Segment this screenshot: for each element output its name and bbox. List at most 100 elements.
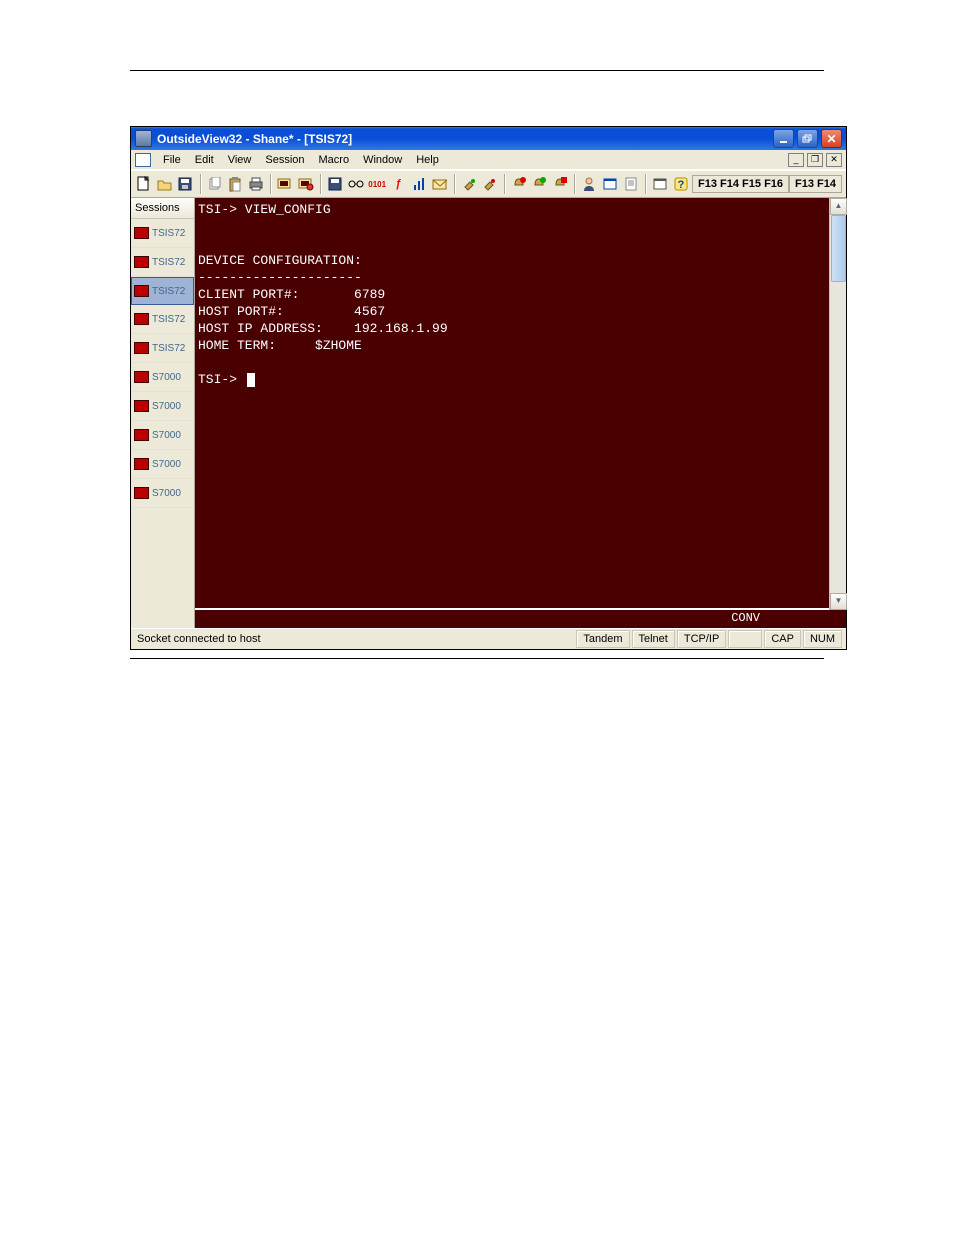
term-line: HOST PORT#: 4567 <box>198 304 385 319</box>
mdi-close-button[interactable]: ✕ <box>826 153 842 167</box>
binary-icon[interactable]: 0101 <box>367 173 387 195</box>
term-line: HOME TERM: $ZHOME <box>198 338 362 353</box>
terminal-icon <box>134 429 149 441</box>
session-item[interactable]: TSIS72 <box>131 248 194 277</box>
term-line: HOST IP ADDRESS: 192.168.1.99 <box>198 321 448 336</box>
session-item[interactable]: S7000 <box>131 363 194 392</box>
paste-icon[interactable] <box>226 173 245 195</box>
scroll-down-button[interactable]: ▼ <box>830 593 847 610</box>
app-window: OutsideView32 - Shane* - [TSIS72] ✕ File… <box>130 126 847 650</box>
session-item-active[interactable]: TSIS72 <box>131 277 194 305</box>
window-icon[interactable] <box>651 173 670 195</box>
bell-play-icon[interactable] <box>530 173 549 195</box>
menu-view[interactable]: View <box>221 152 259 168</box>
fullscreen-icon[interactable] <box>601 173 620 195</box>
toolbar: 0101 ƒ ? F13 F14 F15 F16 F13 F14 <box>131 170 846 198</box>
terminal-area: TSI-> VIEW_CONFIG DEVICE CONFIGURATION: … <box>195 198 846 628</box>
titlebar[interactable]: OutsideView32 - Shane* - [TSIS72] ✕ <box>131 127 846 150</box>
copy-icon[interactable] <box>206 173 225 195</box>
send-icon[interactable] <box>430 173 449 195</box>
terminal-icon <box>134 487 149 499</box>
statusbar: Socket connected to host Tandem Telnet T… <box>131 628 846 649</box>
menu-file[interactable]: File <box>156 152 188 168</box>
session-icon-1[interactable] <box>276 173 295 195</box>
user-icon[interactable] <box>580 173 599 195</box>
fkeys-group-2[interactable]: F13 F14 <box>789 175 842 193</box>
term-line: CLIENT PORT#: 6789 <box>198 287 385 302</box>
terminal-icon <box>134 400 149 412</box>
save-icon[interactable] <box>176 173 195 195</box>
term-line: --------------------- <box>198 270 362 285</box>
minimize-button[interactable] <box>773 129 794 148</box>
fkeys-group-1[interactable]: F13 F14 F15 F16 <box>692 175 789 193</box>
terminal-icon <box>134 458 149 470</box>
session-icon-2[interactable] <box>297 173 316 195</box>
window-title: OutsideView32 - Shane* - [TSIS72] <box>157 132 773 146</box>
term-line: DEVICE CONFIGURATION: <box>198 253 362 268</box>
menu-help[interactable]: Help <box>409 152 446 168</box>
session-item-label: TSIS72 <box>152 286 185 297</box>
bell-record-icon[interactable] <box>551 173 570 195</box>
terminal-icon <box>134 227 149 239</box>
session-item[interactable]: S7000 <box>131 421 194 450</box>
terminal-icon <box>134 313 149 325</box>
session-item[interactable]: S7000 <box>131 450 194 479</box>
terminal-icon <box>134 256 149 268</box>
sessions-header: Sessions <box>131 198 194 219</box>
sessions-sidebar: Sessions TSIS72 TSIS72 TSIS72 TSIS72 TSI… <box>131 198 195 628</box>
status-network: TCP/IP <box>677 630 726 648</box>
session-item-label: S7000 <box>152 488 181 499</box>
function-icon[interactable]: ƒ <box>389 173 408 195</box>
terminal-icon <box>134 285 149 297</box>
scroll-thumb[interactable] <box>831 215 846 282</box>
mdi-restore-button[interactable]: ❐ <box>807 153 823 167</box>
print-icon[interactable] <box>247 173 266 195</box>
session-item-label: S7000 <box>152 372 181 383</box>
session-item[interactable]: TSIS72 <box>131 334 194 363</box>
disk-icon[interactable] <box>326 173 345 195</box>
session-item-label: TSIS72 <box>152 228 185 239</box>
mdi-doc-icon[interactable] <box>135 153 151 167</box>
session-item-label: TSIS72 <box>152 343 185 354</box>
session-item[interactable]: TSIS72 <box>131 219 194 248</box>
session-item[interactable]: S7000 <box>131 392 194 421</box>
menu-window[interactable]: Window <box>356 152 409 168</box>
help-icon[interactable]: ? <box>671 173 690 195</box>
session-item[interactable]: S7000 <box>131 479 194 508</box>
app-icon <box>135 130 152 147</box>
menu-edit[interactable]: Edit <box>188 152 221 168</box>
doc-icon[interactable] <box>621 173 640 195</box>
doc-rule-bottom <box>130 658 824 659</box>
status-numlock: NUM <box>803 630 842 648</box>
term-prompt: TSI-> <box>198 372 245 387</box>
close-button[interactable]: ✕ <box>821 129 842 148</box>
session-item-label: TSIS72 <box>152 314 185 325</box>
menu-session[interactable]: Session <box>258 152 311 168</box>
terminal-icon <box>134 342 149 354</box>
scroll-up-button[interactable]: ▲ <box>830 198 847 215</box>
status-emulation: Tandem <box>576 630 629 648</box>
session-item-label: TSIS72 <box>152 257 185 268</box>
conv-indicator: CONV <box>195 608 830 628</box>
status-capslock: CAP <box>764 630 801 648</box>
vertical-scrollbar[interactable]: ▲ ▼ <box>829 198 846 610</box>
open-icon[interactable] <box>156 173 175 195</box>
session-item[interactable]: TSIS72 <box>131 305 194 334</box>
status-message: Socket connected to host <box>135 633 574 645</box>
session-item-label: S7000 <box>152 430 181 441</box>
session-item-label: S7000 <box>152 459 181 470</box>
restore-button[interactable] <box>797 129 818 148</box>
terminal-icon <box>134 371 149 383</box>
terminal[interactable]: TSI-> VIEW_CONFIG DEVICE CONFIGURATION: … <box>195 198 846 628</box>
session-item-label: S7000 <box>152 401 181 412</box>
mdi-minimize-button[interactable]: _ <box>788 153 804 167</box>
plug-green-icon[interactable] <box>460 173 479 195</box>
bars-icon[interactable] <box>410 173 429 195</box>
menu-macro[interactable]: Macro <box>312 152 357 168</box>
glasses-icon[interactable] <box>347 173 366 195</box>
plug-red-icon[interactable] <box>480 173 499 195</box>
bell-stop-icon[interactable] <box>510 173 529 195</box>
new-icon[interactable] <box>135 173 154 195</box>
cursor <box>247 373 255 387</box>
term-line: TSI-> VIEW_CONFIG <box>198 202 331 217</box>
